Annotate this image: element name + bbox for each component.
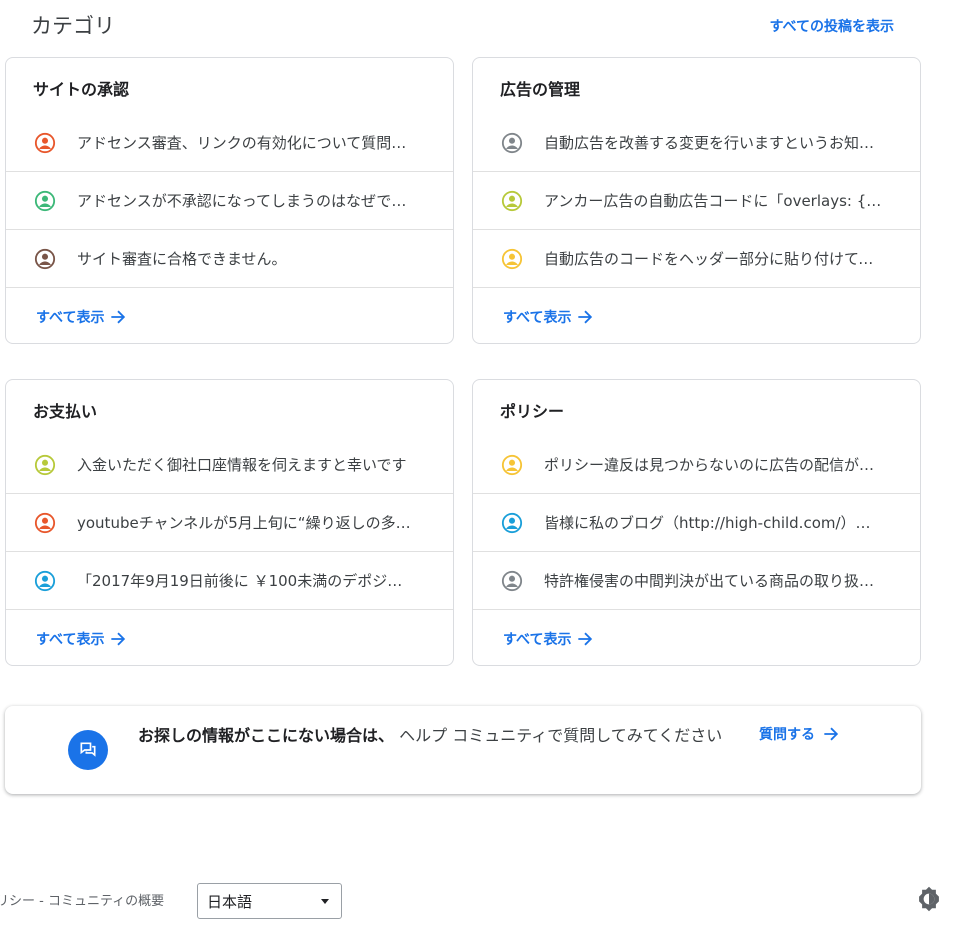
language-select[interactable]: 日本語 — [197, 883, 342, 919]
language-select-value: 日本語 — [207, 892, 253, 911]
user-avatar-icon — [34, 454, 56, 475]
user-avatar-icon — [34, 190, 56, 211]
thread-title: ポリシー違反は見つからないのに広告の配信が制限されています — [544, 456, 884, 474]
thread-title: アドセンスが不承認になってしまうのはなぜでしょうか — [77, 192, 417, 210]
arrow-right-icon — [578, 310, 593, 324]
view-all-button[interactable]: すべて表示 — [503, 307, 595, 327]
user-avatar-icon — [34, 132, 56, 153]
caret-down-icon — [321, 899, 329, 904]
user-avatar-icon — [34, 570, 56, 591]
thread-title: 特許権侵害の中間判決が出ている商品の取り扱いについて — [544, 572, 884, 590]
help-message-text: ヘルプ コミュニティで質問してみてください — [399, 726, 723, 745]
card-title: 広告の管理 — [500, 80, 581, 99]
user-avatar-icon — [501, 132, 523, 153]
user-avatar-icon — [501, 512, 523, 533]
thread-title: 自動広告を改善する変更を行いますというお知らせについて — [544, 134, 884, 152]
view-all-label: すべて表示 — [36, 310, 105, 326]
thread-row[interactable]: 「2017年9月19日前後に ￥100未満のデポジットが — [6, 552, 453, 610]
thread-row[interactable]: アンカー広告の自動広告コードに「overlays: {bottom: true}… — [473, 172, 920, 230]
thread-title: アンカー広告の自動広告コードに「overlays: {bottom: true}… — [544, 192, 884, 210]
thread-title: 皆様に私のブログ（http://high-child.com/）の審査をお願いし… — [544, 514, 884, 532]
arrow-right-icon — [111, 632, 126, 646]
user-avatar-icon — [501, 190, 523, 211]
card-title: サイトの承認 — [33, 80, 130, 99]
user-avatar-icon — [501, 454, 523, 475]
user-avatar-icon — [501, 570, 523, 591]
ask-question-button[interactable]: 質問する — [759, 724, 841, 744]
thread-title: 自動広告のコードをヘッダー部分に貼り付けても表示されません — [544, 250, 884, 268]
help-community-banner: お探しの情報がここにない場合は、 ヘルプ コミュニティで質問してみてください 質… — [5, 706, 921, 794]
view-all-label: すべて表示 — [503, 310, 572, 326]
view-all-label: すべて表示 — [503, 632, 572, 648]
thread-row[interactable]: 特許権侵害の中間判決が出ている商品の取り扱いについて — [473, 552, 920, 610]
card-title: お支払い — [33, 402, 98, 421]
arrow-right-icon — [578, 632, 593, 646]
thread-row[interactable]: 自動広告のコードをヘッダー部分に貼り付けても表示されません — [473, 230, 920, 288]
help-message: お探しの情報がここにない場合は、 ヘルプ コミュニティで質問してみてください — [138, 722, 748, 749]
thread-row[interactable]: 入金いただく御社口座情報を伺えますと幸いです — [6, 436, 453, 494]
footer-links[interactable]: リシー - コミュニティの概要 — [0, 890, 164, 909]
view-all-posts-link[interactable]: すべての投稿を表示 — [770, 16, 894, 36]
thread-row[interactable]: ポリシー違反は見つからないのに広告の配信が制限されています — [473, 436, 920, 494]
thread-title: 入金いただく御社口座情報を伺えますと幸いです — [77, 456, 407, 474]
thread-title: 「2017年9月19日前後に ￥100未満のデポジットが — [77, 572, 417, 590]
view-all-button[interactable]: すべて表示 — [503, 629, 595, 649]
category-card-payments: お支払い 入金いただく御社口座情報を伺えますと幸いです youtubeチャンネル… — [5, 379, 454, 666]
card-title: ポリシー — [500, 402, 565, 421]
thread-row[interactable]: 自動広告を改善する変更を行いますというお知らせについて — [473, 114, 920, 172]
user-avatar-icon — [501, 248, 523, 269]
page-title: カテゴリ — [31, 14, 115, 38]
thread-row[interactable]: アドセンスが不承認になってしまうのはなぜでしょうか — [6, 172, 453, 230]
arrow-right-icon — [111, 310, 126, 324]
view-all-button[interactable]: すべて表示 — [36, 307, 128, 327]
thread-title: アドセンス審査、リンクの有効化について質問させて頂きます — [77, 134, 417, 152]
thread-title: サイト審査に合格できません。 — [77, 250, 287, 268]
chat-bubble-icon — [68, 730, 108, 770]
category-card-policy: ポリシー ポリシー違反は見つからないのに広告の配信が制限されています 皆様に私の… — [472, 379, 921, 666]
view-all-label: すべて表示 — [36, 632, 105, 648]
thread-row[interactable]: 皆様に私のブログ（http://high-child.com/）の審査をお願いし… — [473, 494, 920, 552]
arrow-right-icon — [824, 727, 839, 741]
user-avatar-icon — [34, 512, 56, 533]
help-message-bold: お探しの情報がここにない場合は、 — [138, 726, 395, 745]
thread-row[interactable]: アドセンス審査、リンクの有効化について質問させて頂きます — [6, 114, 453, 172]
thread-row[interactable]: サイト審査に合格できません。 — [6, 230, 453, 288]
user-avatar-icon — [34, 248, 56, 269]
categories-header: カテゴリ すべての投稿を表示 — [31, 10, 894, 40]
thread-title: youtubeチャンネルが5月上旬に“繰り返しの多いコンテンツ”で — [77, 514, 417, 532]
category-card-ad-management: 広告の管理 自動広告を改善する変更を行いますというお知らせについて アンカー広告… — [472, 57, 921, 344]
brightness-icon[interactable] — [914, 884, 944, 914]
thread-row[interactable]: youtubeチャンネルが5月上旬に“繰り返しの多いコンテンツ”で — [6, 494, 453, 552]
category-card-site-approval: サイトの承認 アドセンス審査、リンクの有効化について質問させて頂きます アドセン… — [5, 57, 454, 344]
view-all-button[interactable]: すべて表示 — [36, 629, 128, 649]
ask-question-label: 質問する — [759, 727, 815, 743]
